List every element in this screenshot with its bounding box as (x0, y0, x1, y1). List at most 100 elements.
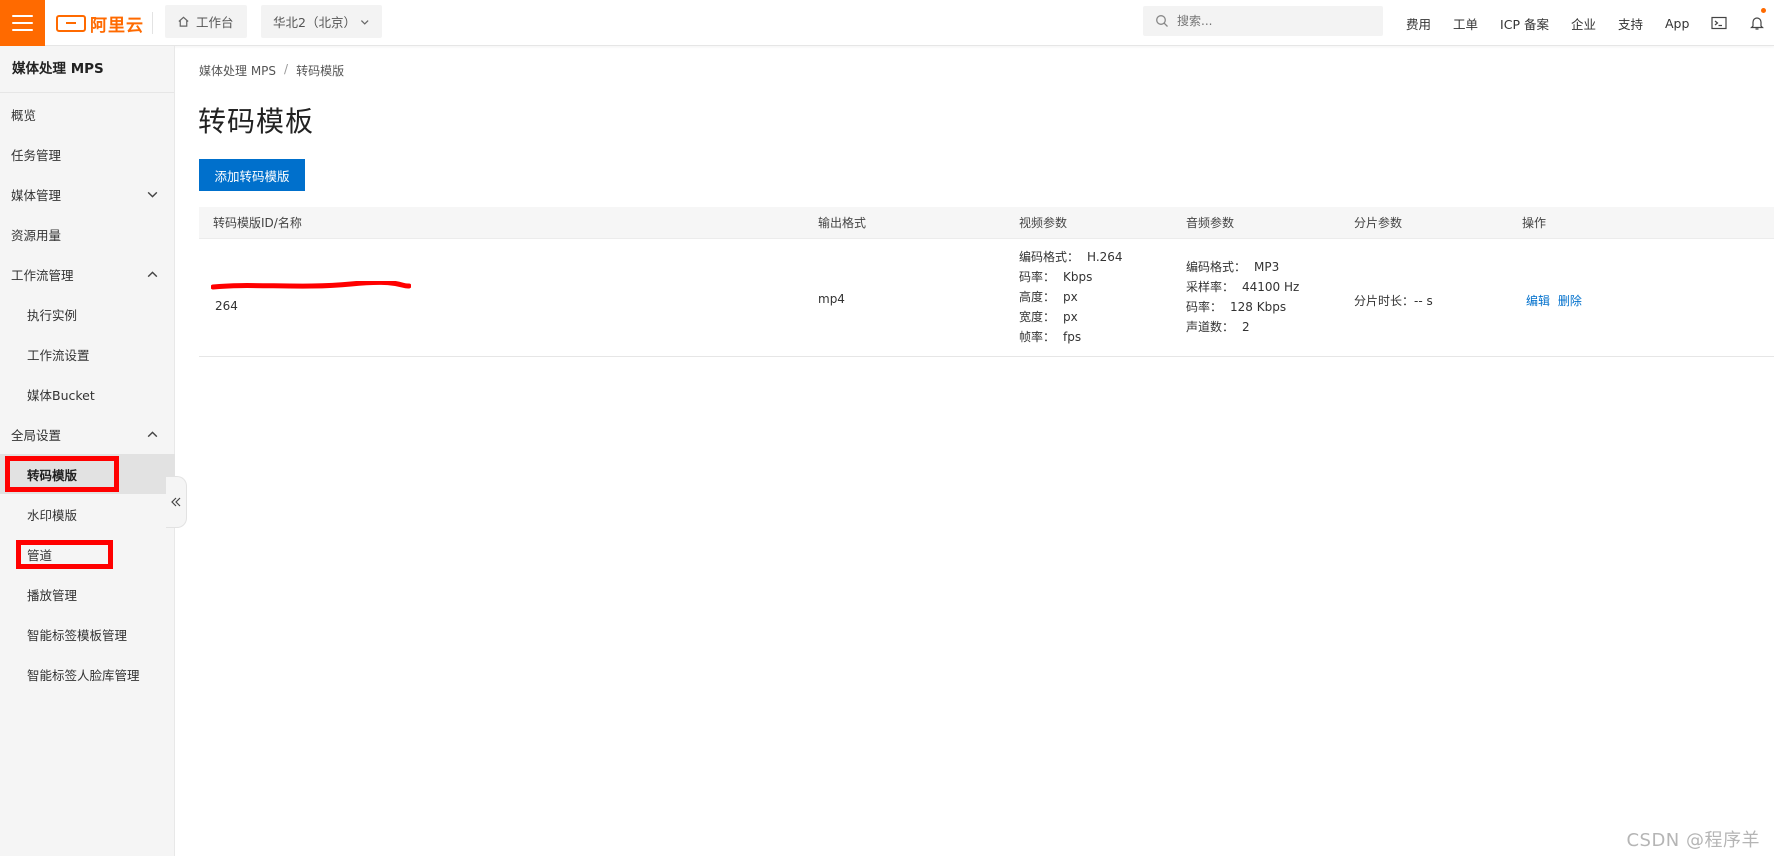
chevron-down-icon (147, 191, 158, 198)
param-label: 编码格式： (1019, 250, 1080, 264)
top-navbar: 阿里云 工作台 华北2（北京） 费用 工单 ICP 备案 企业 支持 App (0, 0, 1774, 46)
region-label: 华北2（北京） (273, 15, 356, 30)
sidebar-item-media[interactable]: 媒体管理 (0, 174, 175, 214)
param-label: 码率： (1019, 270, 1056, 284)
workbench-label: 工作台 (196, 15, 234, 30)
add-transcode-template-button[interactable]: 添加转码模版 (199, 159, 305, 191)
segment-params: 分片时长：-- s (1354, 294, 1433, 308)
top-link-enterprise[interactable]: 企业 (1560, 14, 1607, 33)
table-row: 264 mp4 编码格式： H.264 码率： Kbps 高度： px 宽度： px 帧… (199, 239, 1774, 357)
collapse-sidebar-button[interactable] (166, 476, 187, 528)
sidebar-item-smart-tag-template[interactable]: 智能标签模板管理 (0, 614, 175, 654)
sidebar-item-label: 媒体Bucket (27, 387, 95, 403)
row-actions: 编辑 删除 (1526, 292, 1586, 309)
sidebar: 媒体处理 MPS 概览 任务管理 媒体管理 资源用量 工作流管理 执行实例 工作… (0, 46, 175, 856)
sidebar-item-pipeline[interactable]: 管道 (0, 534, 175, 574)
param-value: 2 (1242, 320, 1250, 334)
template-table: 转码模版ID/名称 输出格式 视频参数 音频参数 分片参数 操作 264 mp4… (199, 207, 1774, 357)
edit-link[interactable]: 编辑 (1526, 294, 1550, 308)
sidebar-item-label: 智能标签人脸库管理 (27, 667, 140, 683)
breadcrumb-root[interactable]: 媒体处理 MPS (199, 62, 276, 79)
sidebar-title: 媒体处理 MPS (0, 46, 174, 93)
chevron-up-icon (147, 270, 158, 277)
param-label: 帧率： (1019, 330, 1056, 344)
aliyun-logo-icon (56, 14, 86, 32)
region-selector[interactable]: 华北2（北京） (261, 5, 382, 38)
sidebar-item-tasks[interactable]: 任务管理 (0, 134, 175, 174)
sidebar-item-workflow[interactable]: 工作流管理 (0, 254, 175, 294)
double-chevron-left-icon (171, 497, 181, 507)
divider (152, 12, 153, 34)
sidebar-item-label: 媒体管理 (11, 187, 62, 203)
breadcrumb: 媒体处理 MPS / 转码模版 (199, 62, 344, 79)
param-value: fps (1063, 330, 1082, 344)
chevron-up-icon (147, 430, 158, 437)
sidebar-item-label: 概览 (11, 107, 37, 123)
param-value: 44100 Hz (1242, 280, 1300, 294)
search-box[interactable] (1143, 6, 1383, 36)
param-value: H.264 (1087, 250, 1123, 264)
workbench-button[interactable]: 工作台 (165, 5, 247, 38)
chevron-down-icon (360, 19, 369, 25)
table-header: 转码模版ID/名称 输出格式 视频参数 音频参数 分片参数 操作 (199, 207, 1774, 239)
sidebar-item-label: 管道 (27, 547, 53, 563)
audio-params: 编码格式： MP3 采样率： 44100 Hz 码率： 128 Kbps 声道数： 2 (1186, 257, 1299, 337)
hamburger-menu-icon[interactable] (0, 0, 45, 46)
param-value: px (1063, 310, 1078, 324)
param-value: 128 Kbps (1230, 300, 1287, 314)
top-link-app[interactable]: App (1654, 16, 1700, 31)
sidebar-item-label: 工作流管理 (11, 267, 74, 283)
sidebar-item-global-settings[interactable]: 全局设置 (0, 414, 175, 454)
sidebar-item-workflow-settings[interactable]: 工作流设置 (0, 334, 175, 374)
output-format: mp4 (818, 292, 845, 306)
top-link-billing[interactable]: 费用 (1395, 14, 1442, 33)
delete-link[interactable]: 删除 (1558, 294, 1582, 308)
watermark: CSDN @程序羊 (1626, 830, 1760, 851)
param-label: 码率： (1186, 300, 1223, 314)
param-label: 声道数： (1186, 320, 1235, 334)
home-icon (178, 16, 189, 27)
logo-text: 阿里云 (90, 15, 144, 36)
sidebar-item-label: 执行实例 (27, 307, 78, 323)
template-name: 264 (215, 299, 238, 313)
sidebar-item-label: 全局设置 (11, 427, 62, 443)
top-link-icp[interactable]: ICP 备案 (1489, 14, 1560, 33)
top-link-support[interactable]: 支持 (1607, 14, 1654, 33)
column-header: 分片参数 (1354, 216, 1403, 230)
sidebar-item-media-bucket[interactable]: 媒体Bucket (0, 374, 175, 414)
sidebar-item-playback[interactable]: 播放管理 (0, 574, 175, 614)
breadcrumb-current: 转码模版 (296, 64, 345, 78)
bell-icon[interactable] (1738, 0, 1774, 46)
param-label: 编码格式： (1186, 260, 1247, 274)
sidebar-item-executions[interactable]: 执行实例 (0, 294, 175, 334)
redaction-scribble (211, 281, 411, 290)
column-header: 转码模版ID/名称 (213, 216, 302, 230)
video-params: 编码格式： H.264 码率： Kbps 高度： px 宽度： px 帧率： fps (1019, 247, 1123, 347)
column-header: 视频参数 (1019, 216, 1068, 230)
top-links: 费用 工单 ICP 备案 企业 支持 App (1395, 0, 1774, 46)
search-icon (1156, 15, 1168, 27)
page-title: 转码模板 (198, 105, 315, 138)
param-value: Kbps (1063, 270, 1093, 284)
sidebar-item-overview[interactable]: 概览 (0, 94, 175, 134)
param-label: 采样率： (1186, 280, 1235, 294)
aliyun-logo[interactable]: 阿里云 (56, 11, 144, 36)
notification-dot (1761, 8, 1767, 13)
top-link-ticket[interactable]: 工单 (1442, 14, 1489, 33)
breadcrumb-separator: / (284, 62, 289, 76)
sidebar-item-watermark-template[interactable]: 水印模版 (0, 494, 175, 534)
param-label: 高度： (1019, 290, 1056, 304)
search-input[interactable] (1177, 14, 1367, 28)
sidebar-item-usage[interactable]: 资源用量 (0, 214, 175, 254)
column-header: 操作 (1522, 216, 1547, 230)
param-value: px (1063, 290, 1078, 304)
sidebar-item-transcode-template[interactable]: 转码模版 (0, 454, 175, 494)
column-header: 音频参数 (1186, 216, 1235, 230)
sidebar-item-label: 资源用量 (11, 227, 62, 243)
sidebar-item-smart-tag-face-lib[interactable]: 智能标签人脸库管理 (0, 654, 175, 694)
column-header: 输出格式 (818, 216, 867, 230)
sidebar-item-label: 水印模版 (27, 507, 78, 523)
sidebar-item-label: 播放管理 (27, 587, 78, 603)
sidebar-item-label: 任务管理 (11, 147, 62, 163)
terminal-icon[interactable] (1700, 0, 1738, 46)
